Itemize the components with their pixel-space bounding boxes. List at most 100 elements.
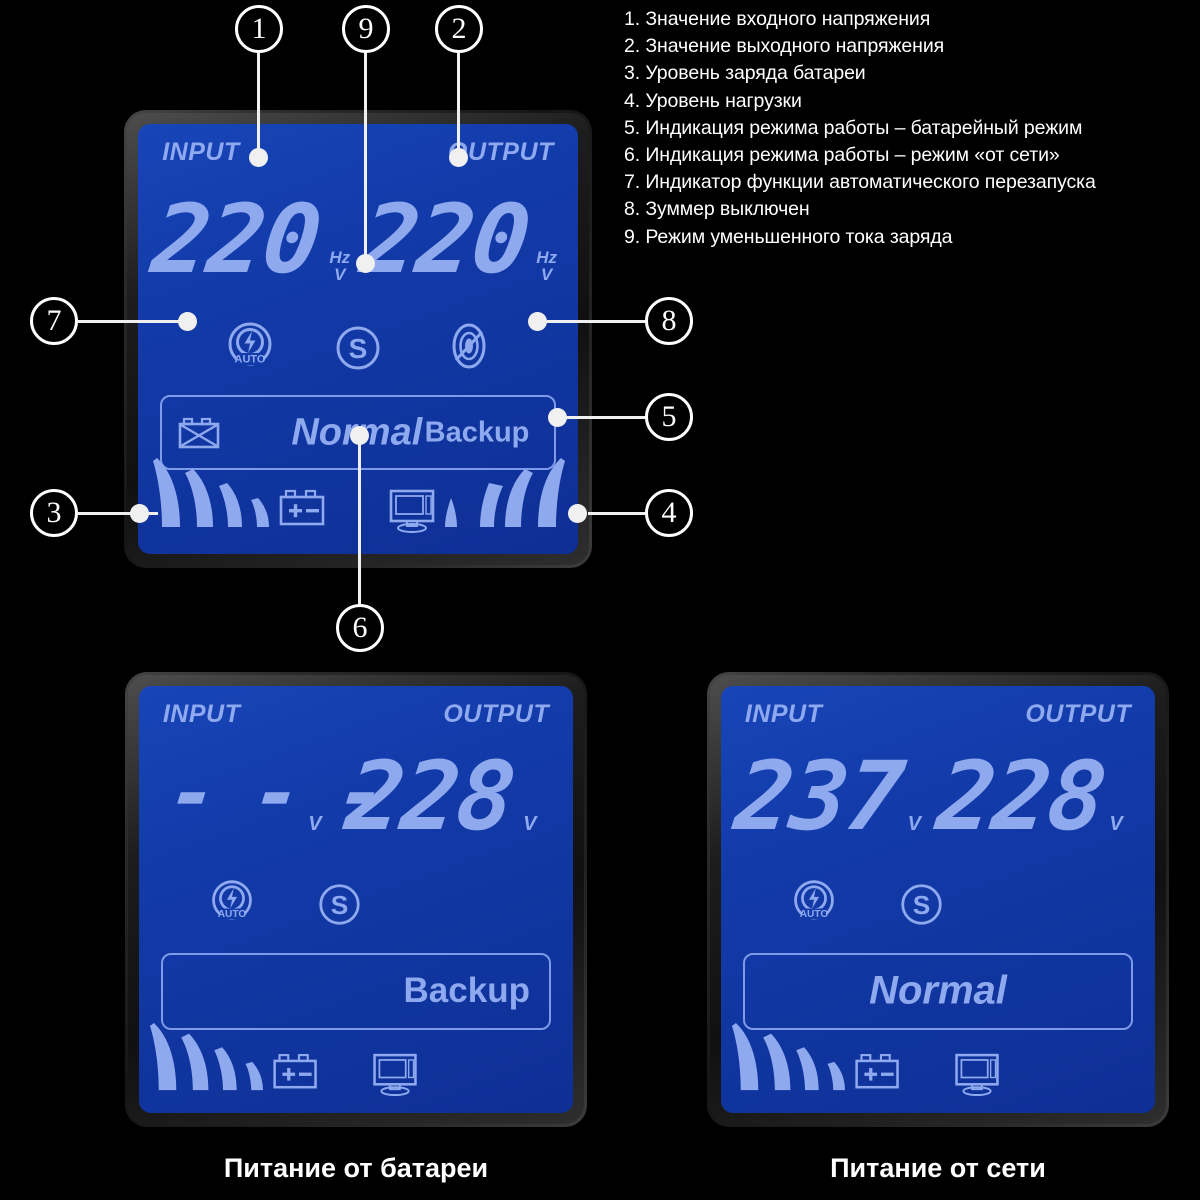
callout-line-5 [558,416,653,419]
svg-text:S: S [331,890,349,920]
battery-fault-icon [178,417,219,448]
callout-dot-8 [528,312,547,331]
legend-item-9: 9. Режим уменьшенного тока заряда [624,225,953,248]
battery-level-bars-icon [153,457,325,527]
mains-input-unit: V [907,813,921,836]
mains-input-value: 237 [729,742,909,853]
mains-battery-level-group [731,1020,917,1096]
main-mode-backup: Backup [424,416,530,449]
callout-dot-1 [249,148,268,167]
mains-output-unit: V [1109,813,1123,836]
callout-line-8 [538,320,648,323]
mains-input-label: INPUT [744,699,823,728]
battery-fault-icon-wrap [178,416,220,450]
callout-circle-3: 3 [30,489,78,537]
callout-dot-7 [178,312,197,331]
battery-status-box: Backup [160,952,552,1030]
callout-circle-6: 6 [336,604,384,652]
callout-line-1 [257,40,260,156]
callout-line-6 [358,434,361,606]
callout-line-4 [588,512,653,515]
svg-text:AUTO: AUTO [218,909,247,920]
mains-charge-saver-icon-wrap: S [899,882,944,927]
legend-item-7: 7. Индикатор функции автоматического пер… [624,171,1096,194]
auto-restart-icon: AUTO [228,322,272,366]
main-input-unit: Hz V [329,249,350,283]
callout-circle-2: 2 [435,5,483,53]
battery-level-group [149,1020,335,1096]
callout-circle-8: 8 [645,297,693,345]
callout-dot-3 [130,504,149,523]
legend-item-2: 2. Значение выходного напряжения [624,35,945,58]
callout-line-7 [78,320,188,323]
callout-circle-7: 7 [30,297,78,345]
legend-item-4: 4. Уровень нагрузки [624,89,802,112]
svg-text:S: S [913,890,931,920]
mains-mode-text: Normal [869,968,1007,1013]
main-battery-level-group [153,455,343,533]
callout-dot-5 [548,408,567,427]
callout-dot-6 [350,426,369,445]
battery-load-group [360,1020,430,1096]
legend-item-5: 5. Индикация режима работы – батарейный … [624,116,1083,139]
main-auto-restart-icon-wrap: AUTO [224,320,276,372]
legend-list: 1. Значение входного напряжения 2. Значе… [624,6,1200,251]
callout-line-2 [457,40,460,156]
load-monitor-icon [373,1053,418,1096]
svg-text:AUTO: AUTO [234,353,265,365]
main-input-unit-v: V [334,264,346,284]
callout-dot-4 [568,504,587,523]
battery-input-label: INPUT [162,699,241,728]
battery-panel-lcd: INPUT OUTPUT - - - V 228 V AUTO S Backup [139,686,573,1113]
main-buzzer-mute-icon-wrap [444,320,494,372]
main-input-unit-hz: Hz [329,247,351,267]
battery-panel-bezel: INPUT OUTPUT - - - V 228 V AUTO S Backup [125,672,587,1127]
battery-charge-saver-icon-wrap: S [317,882,362,927]
main-load-level-group [377,455,567,533]
main-output-unit-v: V [540,264,553,284]
callout-circle-1: 1 [235,5,283,53]
callout-circle-4: 4 [645,489,693,537]
battery-auto-restart-icon-wrap: AUTO [208,878,256,926]
battery-level-bars-icon [149,1022,317,1091]
battery-output-value: 228 [340,742,520,853]
mains-status-box: Normal [742,952,1134,1030]
battery-output-unit: V [523,813,537,836]
mains-panel-caption: Питание от сети [830,1153,1046,1183]
callout-dot-2 [449,148,468,167]
main-input-value: 220 [146,184,326,295]
legend-item-1: 1. Значение входного напряжения [624,8,931,30]
main-charge-saver-icon-wrap: S [334,324,382,372]
main-output-unit: Hz V [536,249,557,283]
charge-saver-s-icon: S [901,884,942,926]
mains-output-value: 228 [931,742,1111,853]
auto-restart-icon: AUTO [794,880,835,920]
mains-load-group [942,1020,1012,1096]
battery-mode-text: Backup [403,971,530,1011]
main-input-label: INPUT [162,137,240,166]
callout-line-9 [364,40,367,262]
mains-panel-lcd: INPUT OUTPUT 237 V 228 V AUTO S Normal [721,686,1155,1113]
legend-item-8: 8. Зуммер выключен [624,198,810,221]
buzzer-mute-icon [452,323,486,369]
callout-circle-9: 9 [342,5,390,53]
callout-circle-5: 5 [645,393,693,441]
main-output-value: 220 [355,184,535,295]
charge-saver-s-icon: S [319,884,360,926]
callout-dot-9 [356,254,375,273]
legend-item-3: 3. Уровень заряда батареи [624,62,866,85]
charge-saver-s-icon: S [336,326,380,370]
svg-text:S: S [348,333,367,364]
battery-panel-caption: Питание от батареи [223,1153,489,1183]
legend-item-6: 6. Индикация режима работы – режим «от с… [624,144,1060,167]
auto-restart-icon: AUTO [212,880,253,920]
svg-text:AUTO: AUTO [800,909,829,920]
mains-output-label: OUTPUT [1025,699,1132,728]
battery-output-label: OUTPUT [443,699,550,728]
load-monitor-icon [955,1053,1000,1096]
main-output-unit-hz: Hz [536,247,557,267]
battery-level-bars-icon [731,1022,899,1091]
mains-auto-restart-icon-wrap: AUTO [790,878,838,926]
screenshot-root: 1. Значение входного напряжения 2. Значе… [0,0,1200,1200]
battery-input-unit: V [308,813,322,836]
